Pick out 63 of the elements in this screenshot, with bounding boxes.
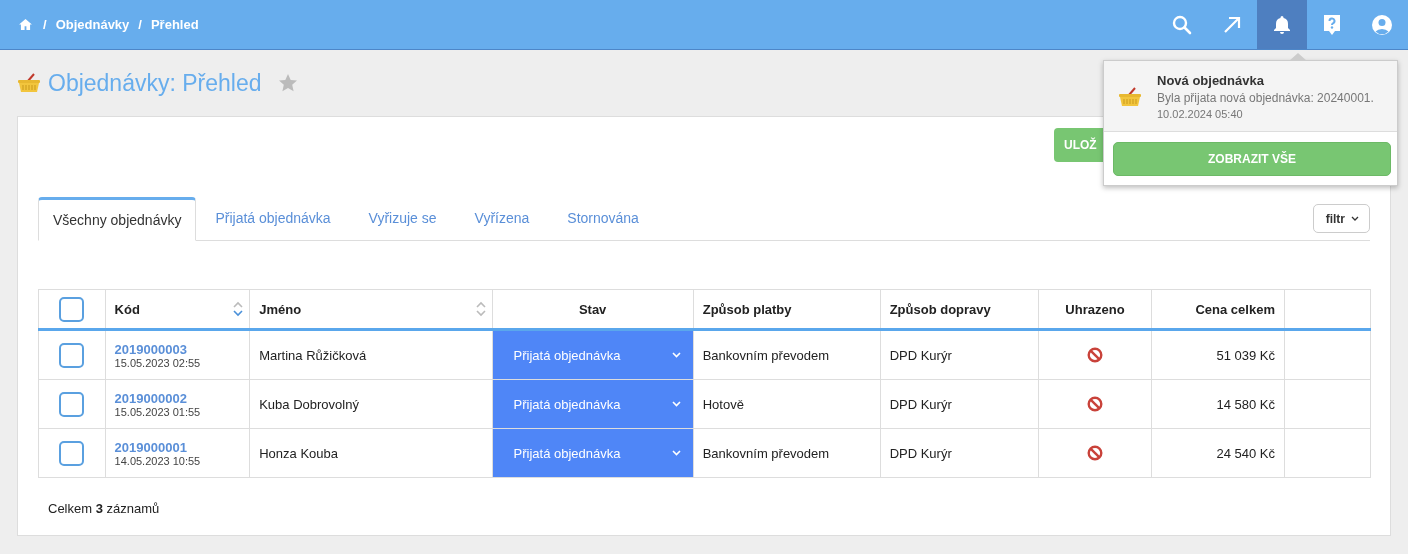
breadcrumb-separator: / bbox=[138, 17, 142, 32]
tab[interactable]: Vyřízena bbox=[455, 197, 549, 240]
breadcrumb-separator: / bbox=[43, 17, 47, 32]
table-cell: DPD Kurýr bbox=[889, 347, 952, 363]
bell-button[interactable] bbox=[1257, 0, 1307, 49]
search-icon bbox=[1172, 14, 1192, 35]
breadcrumb-link[interactable]: Přehled bbox=[150, 17, 199, 32]
checkbox[interactable] bbox=[59, 296, 85, 322]
table-cell: Honza Kouba bbox=[259, 445, 338, 461]
column-header[interactable]: Jméno bbox=[249, 289, 493, 330]
checkbox[interactable] bbox=[59, 440, 85, 466]
show-all-button[interactable]: ZOBRAZIT VŠE bbox=[1113, 142, 1391, 176]
user-icon bbox=[1371, 13, 1393, 36]
order-code-link[interactable]: 2019000003 bbox=[114, 341, 241, 357]
caret-icon bbox=[671, 401, 681, 407]
tab[interactable]: Všechny objednávky bbox=[38, 197, 197, 241]
price: 24 540 Kč bbox=[1216, 445, 1275, 461]
column-header[interactable]: Způsob dopravy bbox=[880, 289, 1039, 330]
notification-time: 10.02.2024 05:40 bbox=[1157, 108, 1244, 120]
column-header[interactable]: Cena celkem bbox=[1151, 289, 1285, 330]
checkbox[interactable] bbox=[59, 391, 85, 417]
basket-icon bbox=[17, 73, 41, 93]
notification-text: Byla přijata nová objednávka: 20240001. bbox=[1157, 91, 1374, 105]
column-header[interactable]: Způsob platby bbox=[693, 289, 881, 330]
caret-icon bbox=[671, 450, 681, 456]
column-header[interactable]: Uhrazeno bbox=[1038, 289, 1152, 330]
star-icon[interactable] bbox=[277, 73, 298, 93]
filter-button[interactable]: filtr bbox=[1312, 204, 1370, 233]
sort-icon[interactable] bbox=[233, 301, 244, 317]
table-cell: Hotově bbox=[702, 396, 744, 412]
status-dropdown[interactable]: Přijatá objednávka bbox=[492, 429, 693, 477]
breadcrumb-link[interactable]: Objednávky bbox=[55, 17, 130, 32]
sort-icon[interactable] bbox=[475, 301, 486, 317]
order-code-link[interactable]: 2019000001 bbox=[114, 439, 241, 455]
order-date: 14.05.2023 10:55 bbox=[114, 454, 202, 467]
table-cell: Kuba Dobrovolný bbox=[259, 396, 359, 412]
status-dropdown[interactable]: Přijatá objednávka bbox=[492, 380, 693, 428]
checkbox[interactable] bbox=[59, 342, 85, 368]
order-code-link[interactable]: 2019000002 bbox=[114, 390, 241, 406]
tab[interactable]: Stornována bbox=[548, 197, 658, 240]
help-icon bbox=[1322, 13, 1342, 36]
arrow-icon bbox=[1222, 14, 1242, 35]
price: 14 580 Kč bbox=[1216, 396, 1275, 412]
status-dropdown[interactable]: Přijatá objednávka bbox=[492, 331, 693, 379]
column-header[interactable]: Kód bbox=[105, 289, 250, 330]
caret-icon bbox=[671, 352, 681, 358]
table-cell: DPD Kurýr bbox=[889, 396, 952, 412]
table-cell: Bankovním převodem bbox=[702, 445, 830, 461]
order-date: 15.05.2023 02:55 bbox=[114, 356, 202, 369]
tab[interactable]: Přijatá objednávka bbox=[196, 197, 350, 240]
basket-icon bbox=[1118, 86, 1142, 107]
table-cell: DPD Kurýr bbox=[889, 445, 952, 461]
record-count: Celkem 3 záznamů bbox=[47, 501, 161, 516]
caret-icon bbox=[1351, 215, 1359, 222]
notification-title: Nová objednávka bbox=[1157, 73, 1265, 88]
tab[interactable]: Vyřizuje se bbox=[349, 197, 456, 240]
home-icon[interactable] bbox=[19, 19, 32, 30]
bell-icon bbox=[1272, 14, 1292, 35]
page-title: Objednávky: Přehled bbox=[48, 69, 262, 97]
table-cell: Martina Růžičková bbox=[259, 347, 367, 363]
order-date: 15.05.2023 01:55 bbox=[114, 405, 202, 418]
table-cell: Bankovním převodem bbox=[702, 347, 830, 363]
price: 51 039 Kč bbox=[1216, 347, 1275, 363]
